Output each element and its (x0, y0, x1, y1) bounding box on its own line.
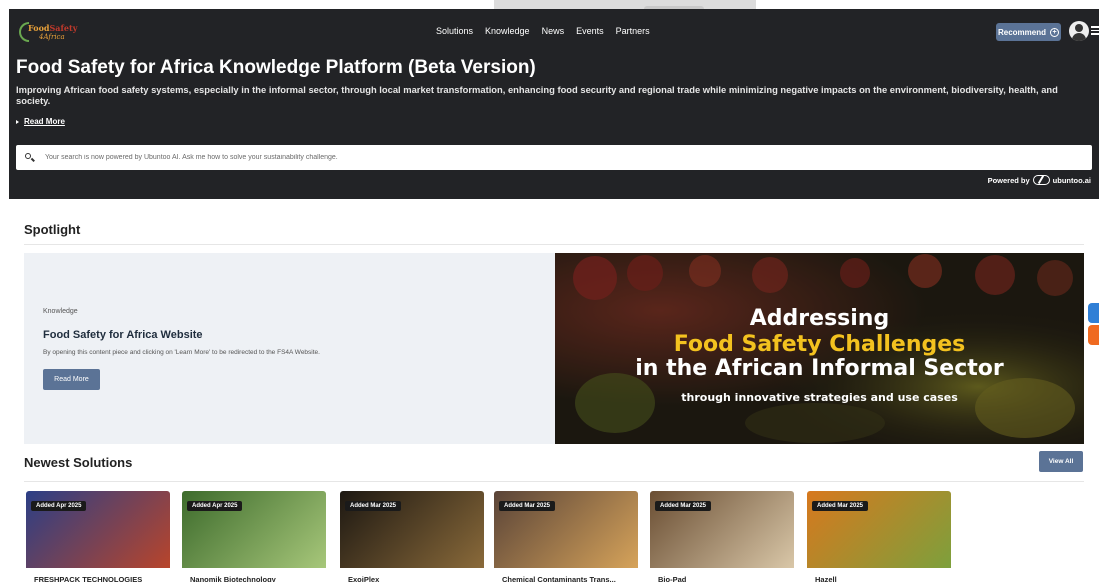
solution-card-image: Added Mar 2025 (340, 491, 484, 568)
newest-solutions-heading: Newest Solutions (24, 455, 133, 470)
page: FoodSafety 4Africa Solutions Knowledge N… (0, 0, 1099, 582)
powered-by-brand: ubuntoo.ai (1052, 175, 1091, 185)
spotlight-read-more-button[interactable]: Read More (43, 369, 100, 390)
user-avatar[interactable] (1069, 21, 1089, 41)
search-input[interactable] (45, 154, 1092, 161)
hero-description: Improving African food safety systems, e… (16, 84, 1058, 106)
spotlight-divider (24, 244, 1084, 245)
search-bar (16, 145, 1092, 170)
solution-card-title: FRESHPACK TECHNOLOGIES (34, 575, 143, 582)
added-date-badge: Added Apr 2025 (187, 501, 243, 511)
spotlight-description: By opening this content piece and clicki… (43, 349, 320, 356)
solution-card-title: Chemical Contaminants Trans... (502, 575, 616, 582)
spotlight-panel: Knowledge Food Safety for Africa Website… (24, 253, 555, 444)
powered-by-label: Powered by (987, 175, 1030, 185)
nav-item-partners[interactable]: Partners (616, 26, 650, 36)
added-date-badge: Added Mar 2025 (812, 501, 869, 511)
solution-card[interactable]: Added Mar 2025 Bio-Pad (650, 491, 794, 582)
hero-read-more-label: Read More (24, 117, 65, 126)
search-icon (25, 152, 35, 163)
ubuntoo-logo-icon (1032, 175, 1050, 185)
added-date-badge: Added Mar 2025 (655, 501, 712, 511)
added-date-badge: Added Apr 2025 (31, 501, 87, 511)
page-title: Food Safety for Africa Knowledge Platfor… (16, 57, 536, 78)
added-date-badge: Added Mar 2025 (345, 501, 402, 511)
spotlight-heading: Spotlight (24, 222, 81, 237)
banner-line-4: through innovative strategies and use ca… (681, 391, 958, 404)
view-all-button[interactable]: View All (1039, 451, 1083, 472)
spotlight-kicker: Knowledge (43, 308, 78, 315)
banner-line-1: Addressing (749, 306, 890, 331)
added-date-badge: Added Mar 2025 (499, 501, 556, 511)
side-widget-orange-icon[interactable] (1088, 325, 1099, 345)
logo-name-b: Safety (49, 23, 78, 33)
banner-line-2: Food Safety Challenges (673, 332, 966, 357)
nav-item-news[interactable]: News (542, 26, 565, 36)
newest-divider (24, 481, 1084, 482)
recommend-label: Recommend (997, 27, 1046, 37)
solution-card-image: Added Apr 2025 (182, 491, 326, 568)
nav-item-events[interactable]: Events (576, 26, 604, 36)
solution-card[interactable]: Added Mar 2025 ExoiPlex (340, 491, 484, 582)
solution-card[interactable]: Added Mar 2025 Hazell (807, 491, 951, 582)
recommend-button[interactable]: Recommend + (996, 23, 1061, 41)
logo-name-a: Food (28, 23, 50, 33)
hero-read-more-link[interactable]: Read More (16, 117, 65, 126)
plus-circle-icon: + (1050, 27, 1059, 37)
solution-card[interactable]: Added Apr 2025 FRESHPACK TECHNOLOGIES (26, 491, 170, 582)
solution-card-title: ExoiPlex (348, 575, 380, 582)
solution-card-image: Added Mar 2025 (650, 491, 794, 568)
solution-card[interactable]: Added Mar 2025 Chemical Contaminants Tran… (494, 491, 638, 582)
hero-header: FoodSafety 4Africa Solutions Knowledge N… (9, 9, 1099, 199)
solution-card-image: Added Mar 2025 (494, 491, 638, 568)
nav-item-knowledge[interactable]: Knowledge (485, 26, 530, 36)
hamburger-menu-icon[interactable] (1091, 26, 1099, 35)
logo-sub: 4Africa (39, 33, 65, 41)
powered-by: Powered by ubuntoo.ai (988, 175, 1091, 185)
solution-card-title: Hazell (815, 575, 837, 582)
solution-card-title: Nanomik Biotechnology (190, 575, 276, 582)
triangle-right-icon (16, 119, 19, 124)
spotlight-banner-image[interactable]: Addressing Food Safety Challenges in the… (555, 253, 1084, 444)
solution-card[interactable]: Added Apr 2025 Nanomik Biotechnology (182, 491, 326, 582)
solution-card-image: Added Apr 2025 (26, 491, 170, 568)
solution-card-title: Bio-Pad (658, 575, 687, 582)
solution-card-image: Added Mar 2025 (807, 491, 951, 568)
side-widget-blue-icon[interactable] (1088, 303, 1099, 323)
spotlight-title[interactable]: Food Safety for Africa Website (43, 329, 203, 341)
nav-item-solutions[interactable]: Solutions (436, 26, 473, 36)
main-nav: Solutions Knowledge News Events Partners (436, 26, 650, 36)
banner-line-3: in the African Informal Sector (635, 356, 1004, 381)
site-logo[interactable]: FoodSafety 4Africa (19, 20, 89, 48)
